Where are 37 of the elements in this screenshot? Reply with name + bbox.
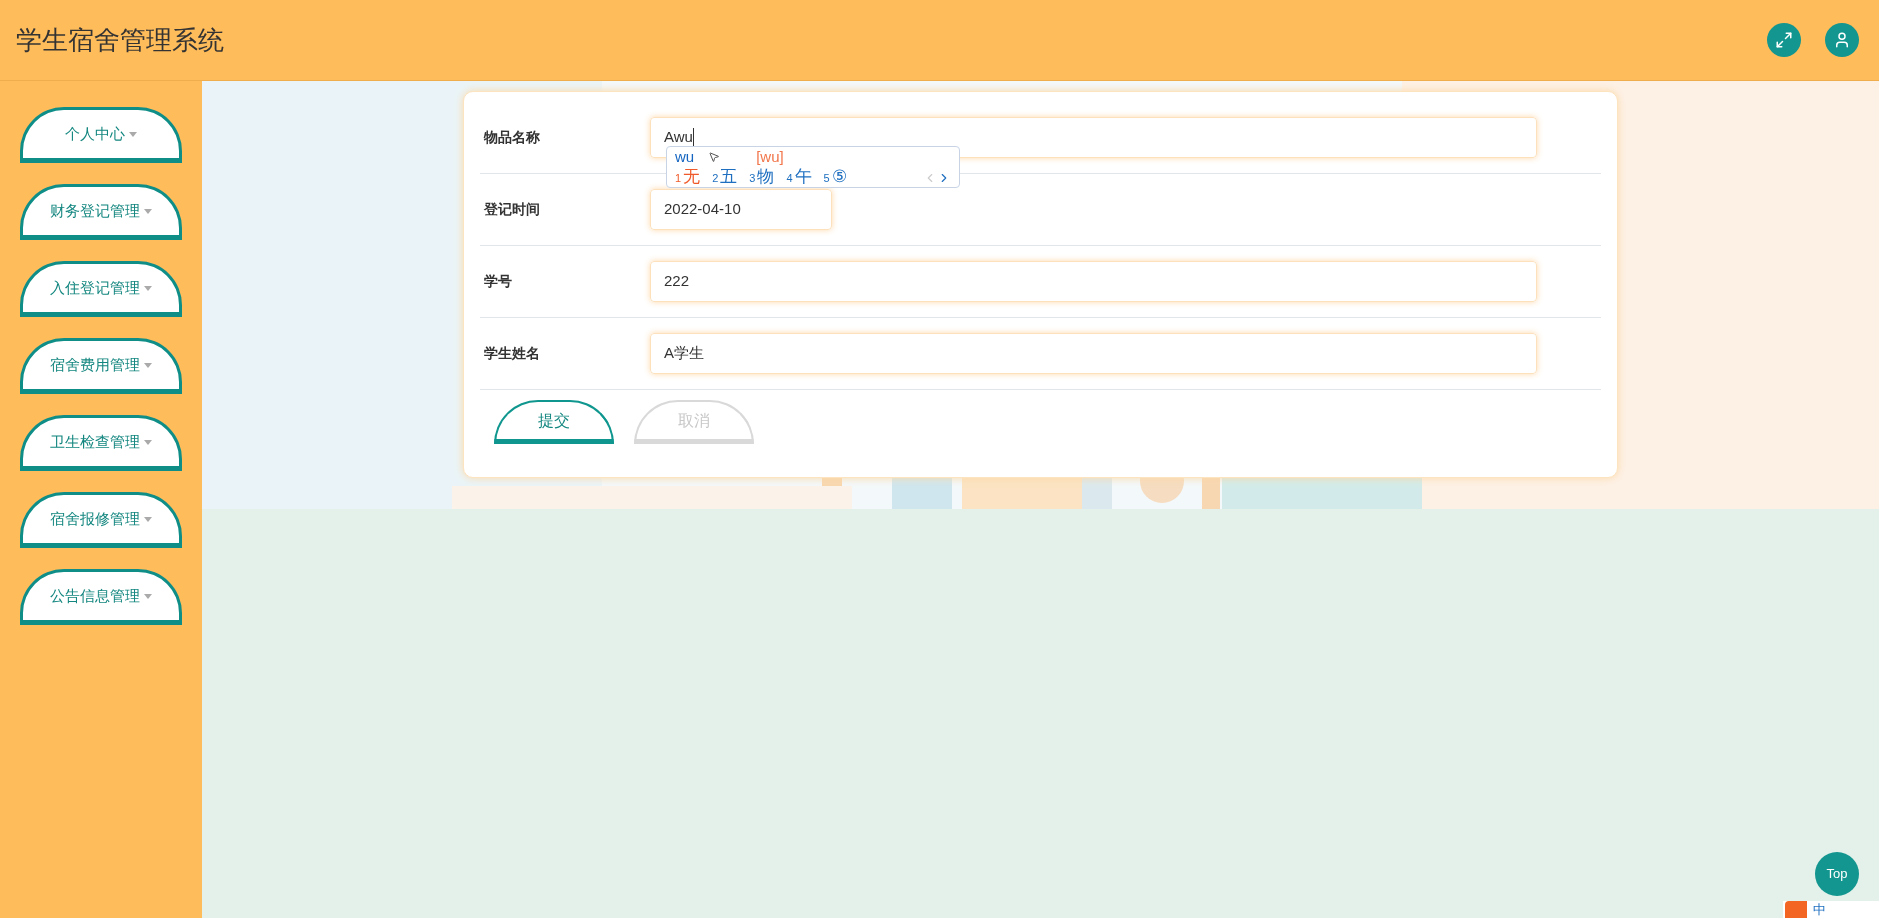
input-field[interactable]: A学生 [650, 333, 1537, 374]
field-label: 物品名称 [482, 128, 541, 147]
caret-icon [144, 516, 152, 522]
field-value: A学生 [664, 343, 704, 364]
field-label: 学号 [483, 272, 513, 291]
sidebar-item[interactable]: 财务登记管理 [20, 184, 182, 240]
input-field[interactable]: 222 [650, 261, 1537, 302]
ime-candidate[interactable]: 4午 [786, 167, 812, 188]
input-field[interactable]: 2022-04-10 [650, 189, 832, 230]
input-mode: 中 [1813, 903, 1826, 916]
user-icon[interactable] [1825, 23, 1859, 57]
submit-button[interactable]: 提交 [494, 400, 614, 444]
sidebar-item[interactable]: 公告信息管理 [20, 569, 182, 625]
field-value: Awu [664, 127, 693, 148]
caret-icon [144, 208, 152, 214]
field-value: 222 [664, 271, 690, 292]
ime-candidate[interactable]: 5 ⑤ [823, 167, 847, 188]
caret-icon [144, 362, 152, 368]
caret-icon [144, 439, 152, 445]
sidebar-item[interactable]: 入住登记管理 [20, 261, 182, 317]
sidebar-item[interactable]: 个人中心 [20, 107, 182, 163]
back-to-top-button[interactable]: Top [1815, 852, 1859, 896]
ime-candidate[interactable]: 1 无 [675, 167, 701, 188]
fullscreen-icon[interactable] [1767, 23, 1801, 57]
ime-candidate[interactable]: 3物 [749, 167, 775, 188]
field-label: 学生姓名 [483, 344, 541, 363]
field-value: 2022-04-10 [664, 199, 741, 220]
sidebar-item[interactable]: 宿舍费用管理 [20, 338, 182, 394]
caret-icon [129, 131, 137, 137]
sidebar-item[interactable]: 卫生检查管理 [20, 415, 182, 471]
sidebar-item[interactable]: 宿舍报修管理 [20, 492, 182, 548]
caret-icon [144, 285, 152, 291]
field-label: 登记时间 [483, 200, 541, 219]
app-title: 学生宿舍管理系统 [16, 23, 224, 57]
ime-candidate[interactable]: 2五 [712, 167, 738, 188]
caret-icon [144, 593, 152, 599]
cursor-icon [708, 151, 721, 163]
